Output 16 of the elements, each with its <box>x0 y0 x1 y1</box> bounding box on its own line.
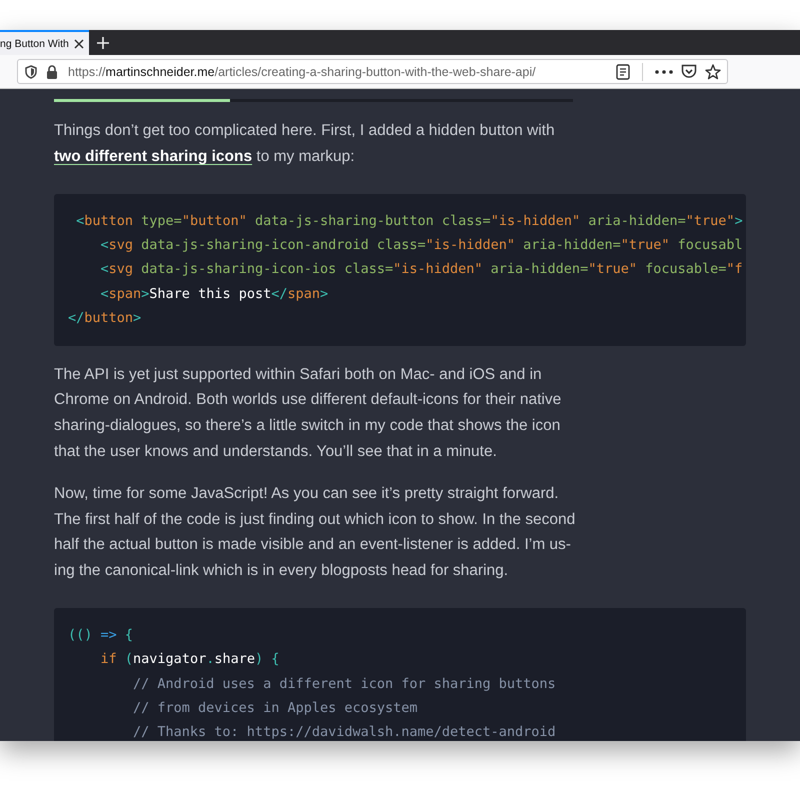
code-block: (() => { if (navigator.share) { // Android uses a different icon for sharing buttons // from devices in Apples ecosystem // Thanks to: https://davidwalsh.name/detect-android <box>54 608 746 741</box>
browser-tab[interactable]: ng Button With <box>0 30 89 55</box>
more-icon[interactable] <box>655 70 673 74</box>
paragraph: Now, time for some JavaScript! As you can see it’s pretty straight forward. The first half of the code is just finding out which icon to show. In the second half the actual button is made visible and an event-listener is added. I’m us-ing the canonical-link which is in every blogposts head for sharing. <box>54 484 576 582</box>
address-bar[interactable]: https://martinschneider.me/articles/creating-a-sharing-button-with-the-web-share-api/ <box>17 59 728 84</box>
code-block: <button type="button" data-js-sharing-button class="is-hidden" aria-hidden="true"> <svg data-js-sharing-icon-android class="is-hidden" aria-hidden="true" focusabl <svg data-js-sharing-icon-ios class="is-hidden" aria-hidden="true" focusable="f <span>Share this post</span> </button> <box>54 194 746 346</box>
shield-icon[interactable] <box>24 64 38 78</box>
lock-icon[interactable] <box>46 64 58 78</box>
star-icon[interactable] <box>705 64 721 80</box>
pocket-icon[interactable] <box>681 64 697 79</box>
reader-view-icon[interactable] <box>616 64 630 80</box>
paragraph: The API is yet just supported within Safari both on Mac- and iOS and in Chrome on Android. Both worlds use different default-icons for their native sharing-dialogues, so there’s a little switch in my code that shows the icon that the user knows and understands. You’ll see that in a minute. <box>54 364 562 462</box>
close-icon[interactable] <box>74 38 84 48</box>
new-tab-icon[interactable] <box>96 36 110 50</box>
link[interactable]: two different sharing icons <box>54 148 252 165</box>
paragraph: Things don’t get too complicated here. First, I added a hidden button with two different sharing icons to my markup: <box>54 121 556 167</box>
